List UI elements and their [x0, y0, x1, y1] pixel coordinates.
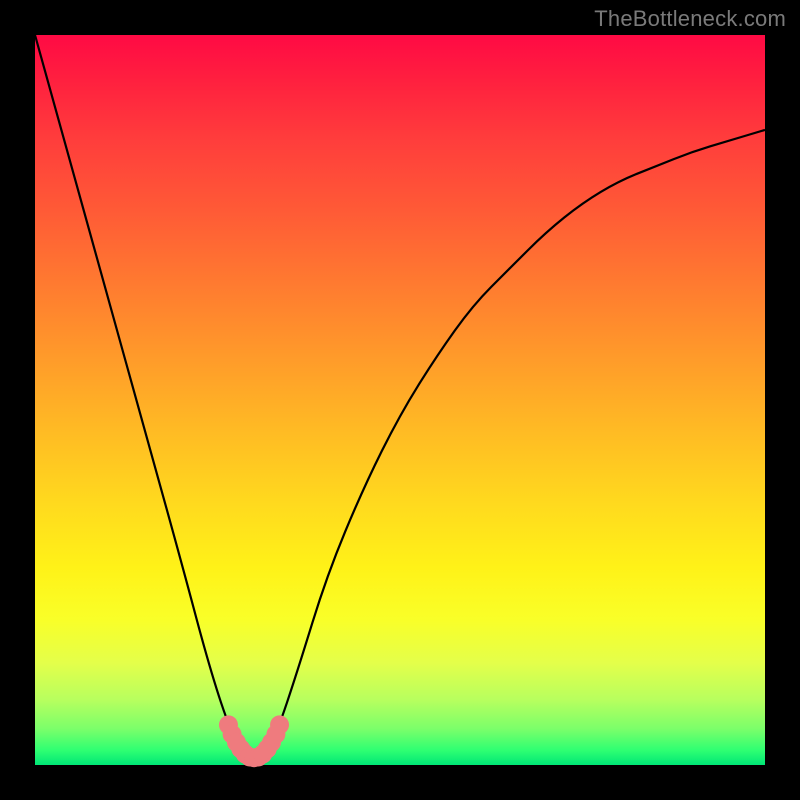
valley-marker-dot [270, 715, 289, 734]
chart-frame: TheBottleneck.com [0, 0, 800, 800]
curve-path [35, 35, 765, 763]
bottleneck-curve [35, 35, 765, 763]
watermark-text: TheBottleneck.com [594, 6, 786, 32]
plot-area [35, 35, 765, 765]
chart-svg [35, 35, 765, 765]
valley-marker [219, 715, 289, 767]
